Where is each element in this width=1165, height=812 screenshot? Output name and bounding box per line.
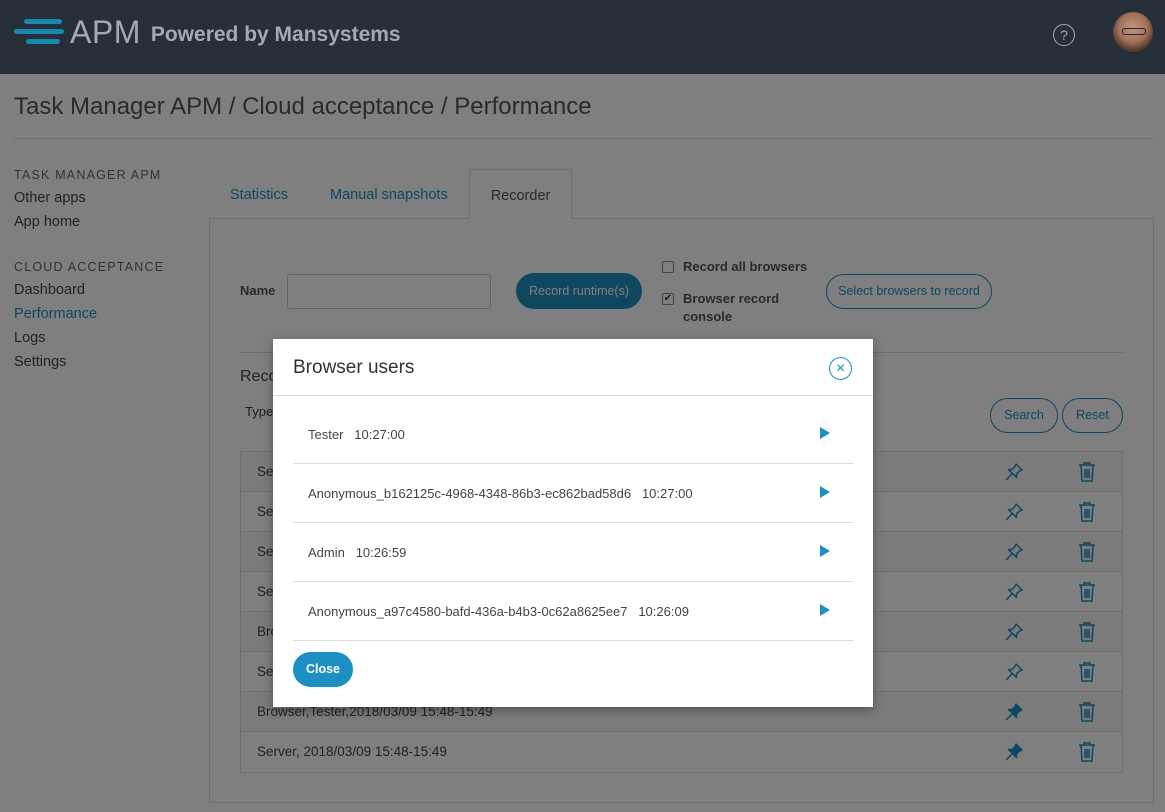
close-icon[interactable]: × [829,357,852,380]
user-time: 10:27:00 [354,427,405,442]
play-icon[interactable] [820,604,830,616]
user-name: Tester [308,427,344,442]
user-name: Anonymous_a97c4580-bafd-436a-b4b3-0c62a8… [308,604,628,619]
user-entry: Anonymous_a97c4580-bafd-436a-b4b3-0c62a8… [308,604,689,619]
user-entry: Tester 10:27:00 [308,427,405,442]
close-button[interactable]: Close [293,652,353,687]
user-time: 10:26:59 [355,545,407,560]
list-item: Admin 10:26:59 [293,523,853,582]
user-time: 10:27:00 [641,486,693,501]
play-icon[interactable] [820,545,830,557]
browser-users-dialog: Browser users × Tester 10:27:00 Anonymou… [273,339,873,707]
user-entry: Anonymous_b162125c-4968-4348-86b3-ec862b… [308,486,693,501]
list-item: Tester 10:27:00 [293,405,853,464]
user-name: Anonymous_b162125c-4968-4348-86b3-ec862b… [308,486,632,501]
list-item: Anonymous_b162125c-4968-4348-86b3-ec862b… [293,464,853,523]
browser-user-list: Tester 10:27:00 Anonymous_b162125c-4968-… [293,405,853,641]
play-icon[interactable] [820,427,830,439]
dialog-header-divider [273,395,873,396]
list-item: Anonymous_a97c4580-bafd-436a-b4b3-0c62a8… [293,582,853,641]
user-name: Admin [308,545,345,560]
user-entry: Admin 10:26:59 [308,545,406,560]
user-time: 10:26:09 [638,604,689,619]
play-icon[interactable] [820,486,830,498]
dialog-title: Browser users [293,357,415,378]
topbar-dim [0,0,1165,74]
